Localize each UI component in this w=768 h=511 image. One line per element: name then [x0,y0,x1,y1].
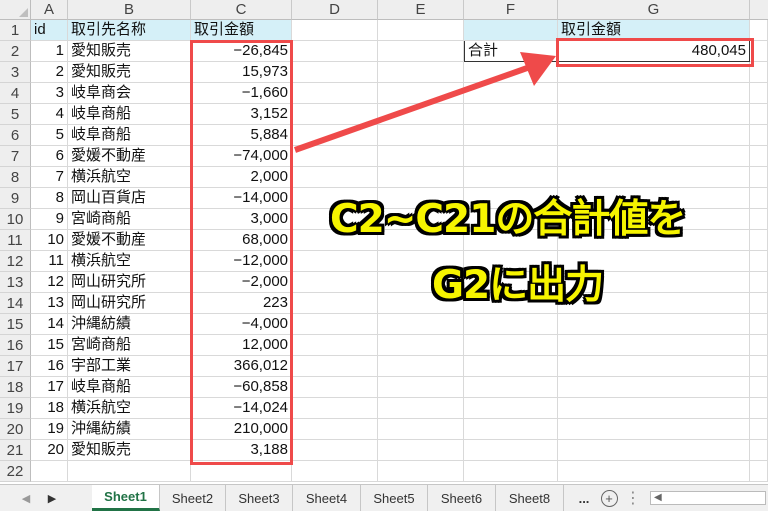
callout-line-2: G2に出力 [432,263,604,308]
tab-more-button[interactable]: ... [572,485,596,511]
sheet-tab[interactable]: Sheet6 [428,485,496,511]
callout-line-1: C2~C21の合計値を [330,197,686,242]
sheet-tab-bar: ◀ ▶ Sheet1 Sheet2 Sheet3 Sheet4 Sheet5 Sheet6… [0,484,768,511]
scroll-left-arrow-icon[interactable]: ◀ [654,492,662,503]
plus-circle-icon: + [600,489,618,507]
tab-scroll-left-icon[interactable]: ◀ [18,489,34,507]
sheet-tab[interactable]: Sheet5 [361,485,428,511]
sheet-tab[interactable]: Sheet3 [226,485,293,511]
sheet-tab[interactable]: Sheet8 [496,485,564,511]
tab-divider-handle[interactable]: ⋮ [625,485,641,511]
sheet-tab[interactable]: Sheet2 [160,485,226,511]
sheet-tab[interactable]: Sheet1 [92,485,160,511]
arrow-shaft [294,64,531,153]
tab-scroll-right-icon[interactable]: ▶ [44,489,60,507]
sheet-tab[interactable]: Sheet4 [293,485,361,511]
horizontal-scrollbar[interactable]: ◀ [650,491,766,505]
spreadsheet-grid[interactable]: A B C D E F G 1 2 3 4 5 6 7 8 9 10 11 12 13 14 15 16 17 1… [0,0,768,484]
add-sheet-button[interactable]: + [598,485,620,511]
